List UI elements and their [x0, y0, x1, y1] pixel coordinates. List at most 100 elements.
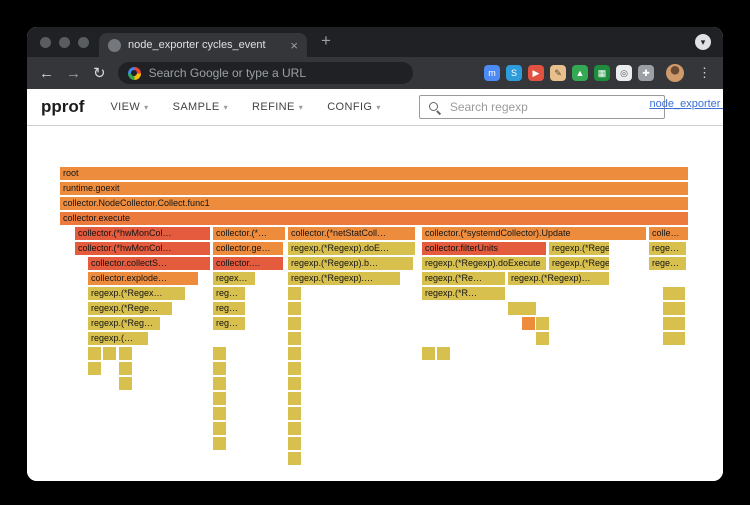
extension-icon-1[interactable]: m [484, 65, 500, 81]
search-input[interactable] [447, 99, 656, 115]
flame-bar[interactable]: reg… [213, 302, 245, 315]
flame-bar[interactable] [213, 362, 226, 375]
flame-bar[interactable] [119, 377, 132, 390]
flame-bar[interactable] [288, 332, 301, 345]
flame-bar[interactable]: collector.(*systemdCollector).Update [422, 227, 646, 240]
flame-bar[interactable] [288, 392, 301, 405]
flame-bar[interactable]: regex… [213, 272, 255, 285]
flame-bar[interactable]: collector.(*hwMonCol… [75, 227, 210, 240]
flame-bar[interactable]: collector.collectS… [88, 257, 210, 270]
flame-bar[interactable] [288, 287, 301, 300]
flame-bar[interactable]: regexp.(… [88, 332, 148, 345]
reload-icon[interactable]: ↻ [93, 66, 106, 81]
minimize-window-button[interactable] [59, 37, 70, 48]
flame-bar[interactable]: regexp.(*Regexp).doE… [288, 242, 415, 255]
new-tab-button[interactable]: + [321, 31, 331, 51]
tab-close-icon[interactable]: × [290, 39, 298, 52]
flame-bar[interactable] [536, 317, 549, 330]
flame-bar[interactable] [437, 347, 450, 360]
flame-bar[interactable] [213, 392, 226, 405]
extension-icon-4[interactable]: ✎ [550, 65, 566, 81]
flame-bar[interactable]: root [60, 167, 688, 180]
chevron-down-icon: ▾ [376, 102, 381, 112]
flame-bar[interactable] [119, 362, 132, 375]
chevron-down-icon: ▾ [144, 102, 149, 112]
profile-link[interactable]: node_exporter c [650, 98, 724, 110]
flame-bar[interactable] [88, 362, 101, 375]
flame-bar[interactable] [508, 302, 536, 315]
close-window-button[interactable] [40, 37, 51, 48]
flame-bar[interactable] [213, 437, 226, 450]
flame-bar[interactable] [288, 377, 301, 390]
menu-refine[interactable]: REFINE ▾ [252, 101, 303, 113]
flame-bar[interactable]: reg… [213, 317, 245, 330]
flame-bar[interactable]: rege… [649, 257, 686, 270]
flame-bar[interactable] [88, 347, 101, 360]
flame-bar[interactable] [288, 317, 301, 330]
flame-bar[interactable] [663, 317, 685, 330]
flame-bar[interactable] [422, 347, 435, 360]
flame-bar[interactable]: reg… [213, 287, 245, 300]
flame-bar[interactable]: regexp.(*Regexp)… [549, 257, 609, 270]
menu-view[interactable]: VIEW ▾ [110, 101, 148, 113]
flame-bar[interactable]: regexp.(*Regex… [88, 287, 185, 300]
flame-bar[interactable] [663, 287, 685, 300]
menu-view-label: VIEW [110, 101, 141, 113]
flame-bar[interactable]: collector.(*… [213, 227, 285, 240]
flame-bar[interactable] [288, 422, 301, 435]
flame-bar[interactable]: collector.ge… [213, 242, 283, 255]
flame-bar[interactable]: regexp.(*Re… [422, 272, 505, 285]
flame-bar[interactable] [213, 422, 226, 435]
flame-bar[interactable]: regexp.(*Regexp).… [288, 272, 400, 285]
extension-icon-5[interactable]: ▲ [572, 65, 588, 81]
flame-bar[interactable] [213, 347, 226, 360]
flame-bar[interactable] [288, 437, 301, 450]
flame-bar[interactable]: collector.… [213, 257, 283, 270]
flame-bar[interactable] [522, 317, 535, 330]
flame-bar[interactable] [288, 362, 301, 375]
browser-tab[interactable]: node_exporter cycles_event × [99, 33, 307, 57]
extension-icon-3[interactable]: ▶ [528, 65, 544, 81]
search-box[interactable] [418, 95, 665, 119]
flame-bar[interactable] [119, 347, 132, 360]
flame-bar[interactable]: regexp.(*Regexp).b… [288, 257, 413, 270]
flame-bar[interactable]: regexp.(*Rege… [88, 302, 172, 315]
extension-icon-8[interactable]: ✚ [638, 65, 654, 81]
flame-bar[interactable]: regexp.(*R… [422, 287, 505, 300]
flame-bar[interactable] [288, 302, 301, 315]
flame-bar[interactable] [536, 332, 549, 345]
flame-bar[interactable]: rege… [649, 242, 686, 255]
tab-search-icon[interactable]: ▾ [695, 34, 711, 50]
flame-bar[interactable]: collector.NodeCollector.Collect.func1 [60, 197, 688, 210]
flame-bar[interactable]: collector.execute [60, 212, 688, 225]
flame-bar[interactable]: runtime.goexit [60, 182, 688, 195]
flame-bar[interactable]: collector.(*netStatColl… [288, 227, 415, 240]
extension-icon-6[interactable]: ▦ [594, 65, 610, 81]
forward-icon[interactable]: → [66, 66, 81, 81]
flame-bar[interactable] [663, 332, 685, 345]
flame-bar[interactable]: regexp.(*Regexp).doExecute [422, 257, 546, 270]
profile-avatar[interactable] [666, 64, 684, 82]
extension-icon-7[interactable]: ◎ [616, 65, 632, 81]
flame-bar[interactable]: collector.(*hwMonCol… [75, 242, 210, 255]
flame-bar[interactable]: collector.filterUnits [422, 242, 546, 255]
flame-bar[interactable] [663, 302, 685, 315]
zoom-window-button[interactable] [78, 37, 89, 48]
address-bar[interactable]: Search Google or type a URL [117, 62, 413, 84]
flame-bar[interactable] [288, 407, 301, 420]
flame-bar[interactable]: regexp.(*Reg… [88, 317, 160, 330]
menu-config[interactable]: CONFIG ▾ [327, 101, 381, 113]
flame-bar[interactable]: colle… [649, 227, 688, 240]
flame-bar[interactable]: regexp.(*Regexp)… [508, 272, 609, 285]
flame-bar[interactable]: regexp.(*Regexp)… [549, 242, 609, 255]
flame-bar[interactable] [213, 377, 226, 390]
menu-kebab-icon[interactable]: ⋮ [698, 65, 711, 81]
flame-bar[interactable] [288, 452, 301, 465]
menu-sample[interactable]: SAMPLE ▾ [173, 101, 228, 113]
flame-bar[interactable] [288, 347, 301, 360]
extension-icon-2[interactable]: S [506, 65, 522, 81]
back-icon[interactable]: ← [39, 66, 54, 81]
flame-bar[interactable]: collector.explode… [88, 272, 198, 285]
flame-bar[interactable] [213, 407, 226, 420]
flame-bar[interactable] [103, 347, 116, 360]
